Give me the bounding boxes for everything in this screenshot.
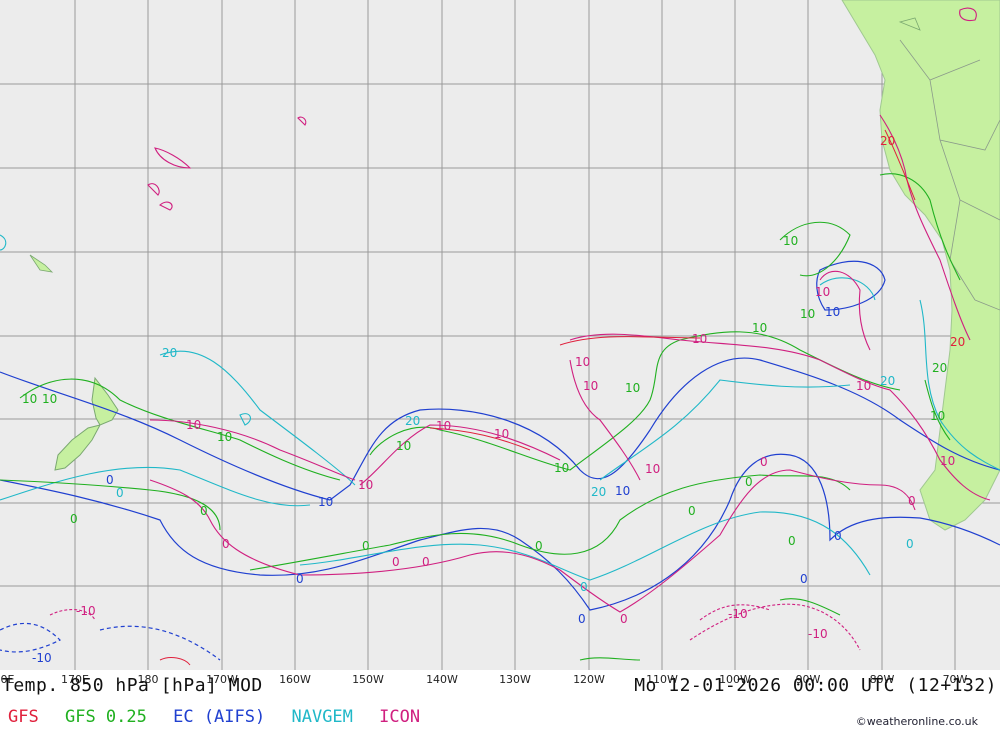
contour-label: 10 xyxy=(783,234,798,248)
legend-item-navgem: NAVGEM xyxy=(291,707,353,727)
contour-label: 0 xyxy=(422,555,430,569)
contour-label: 0 xyxy=(296,572,304,586)
contour-label: 10 xyxy=(692,332,707,346)
contour-label: 10 xyxy=(436,419,451,433)
contour-label: 10 xyxy=(815,285,830,299)
contour-label: -10 xyxy=(76,604,96,618)
contour-label: 10 xyxy=(856,379,871,393)
contour-labels: 20 10 10 10 10 10 10 20 10 10 10 10 20 1… xyxy=(22,134,965,665)
contour-label: 0 xyxy=(106,473,114,487)
contour-label: 10 xyxy=(554,461,569,475)
contour-label: 0 xyxy=(760,455,768,469)
contour-label: 0 xyxy=(70,512,78,526)
contour-label: 10 xyxy=(217,430,232,444)
contour-label: 0 xyxy=(222,537,230,551)
map-title: Temp. 850 hPa [hPa] MOD xyxy=(2,675,263,696)
contour-label: 10 xyxy=(645,462,660,476)
contour-label: 0 xyxy=(392,555,400,569)
contour-label: 10 xyxy=(825,305,840,319)
contour-label: -10 xyxy=(808,627,828,641)
contour-label: 0 xyxy=(620,612,628,626)
contour-label: 10 xyxy=(583,379,598,393)
longitude-label: 140W xyxy=(426,673,458,686)
contour-label: 0 xyxy=(908,494,916,508)
south-america-land xyxy=(841,0,1000,531)
contour-label: 20 xyxy=(880,134,895,148)
longitude-label: 150W xyxy=(352,673,384,686)
contour-label: 0 xyxy=(535,539,543,553)
contour-label: 0 xyxy=(200,504,208,518)
graticule xyxy=(0,0,1000,670)
contour-label: 10 xyxy=(396,439,411,453)
contour-label: 10 xyxy=(615,484,630,498)
weather-map: 20 10 10 10 10 10 10 20 10 10 10 10 20 1… xyxy=(0,0,1000,670)
longitude-label: 160W xyxy=(279,673,311,686)
contour-label: 10 xyxy=(186,418,201,432)
contour-label: 10 xyxy=(318,495,333,509)
contour-label: 20 xyxy=(932,361,947,375)
contour-label: -10 xyxy=(728,607,748,621)
contour-label: 0 xyxy=(362,539,370,553)
navgem-contours xyxy=(0,234,1000,581)
model-legend: GFS GFS 0.25 EC (AIFS) NAVGEM ICON xyxy=(8,707,436,727)
contour-label: 10 xyxy=(930,409,945,423)
contour-label: 10 xyxy=(800,307,815,321)
contour-label: 10 xyxy=(42,392,57,406)
contour-label: 0 xyxy=(688,504,696,518)
new-zealand-land xyxy=(54,376,119,471)
map-datetime: Mo 12-01-2026 00:00 UTC (12+132) xyxy=(634,675,997,696)
contour-label: 20 xyxy=(950,335,965,349)
contour-label: 20 xyxy=(405,414,420,428)
contour-label: 0 xyxy=(788,534,796,548)
contour-label: -10 xyxy=(32,651,52,665)
contour-label: 10 xyxy=(358,478,373,492)
contour-label: 0 xyxy=(116,486,124,500)
contour-label: 0 xyxy=(578,612,586,626)
legend-item-icon: ICON xyxy=(379,707,421,727)
contour-label: 10 xyxy=(22,392,37,406)
contour-label: 0 xyxy=(906,537,914,551)
legend-item-ec-aifs: EC (AIFS) xyxy=(173,707,266,727)
contour-label: 20 xyxy=(591,485,606,499)
icon-contours xyxy=(49,7,991,651)
ec-contours xyxy=(0,260,1000,661)
longitude-label: 130W xyxy=(499,673,531,686)
contour-label: 20 xyxy=(162,346,177,360)
contour-label: 10 xyxy=(494,427,509,441)
contour-label: 20 xyxy=(880,374,895,388)
contour-label: 0 xyxy=(580,580,588,594)
contour-label: 0 xyxy=(834,529,842,543)
contour-label: 10 xyxy=(940,454,955,468)
contour-label: 0 xyxy=(745,475,753,489)
contour-label: 10 xyxy=(752,321,767,335)
contour-label: 10 xyxy=(625,381,640,395)
legend-item-gfs025: GFS 0.25 xyxy=(64,707,147,727)
contour-label: 0 xyxy=(800,572,808,586)
copyright-link[interactable]: ©weatheronline.co.uk xyxy=(856,715,978,728)
longitude-label: 120W xyxy=(573,673,605,686)
map-canvas: 20 10 10 10 10 10 10 20 10 10 10 10 20 1… xyxy=(0,0,1000,670)
legend-item-gfs: GFS xyxy=(8,707,39,727)
gfs025-contours xyxy=(0,173,961,661)
contour-label: 10 xyxy=(575,355,590,369)
